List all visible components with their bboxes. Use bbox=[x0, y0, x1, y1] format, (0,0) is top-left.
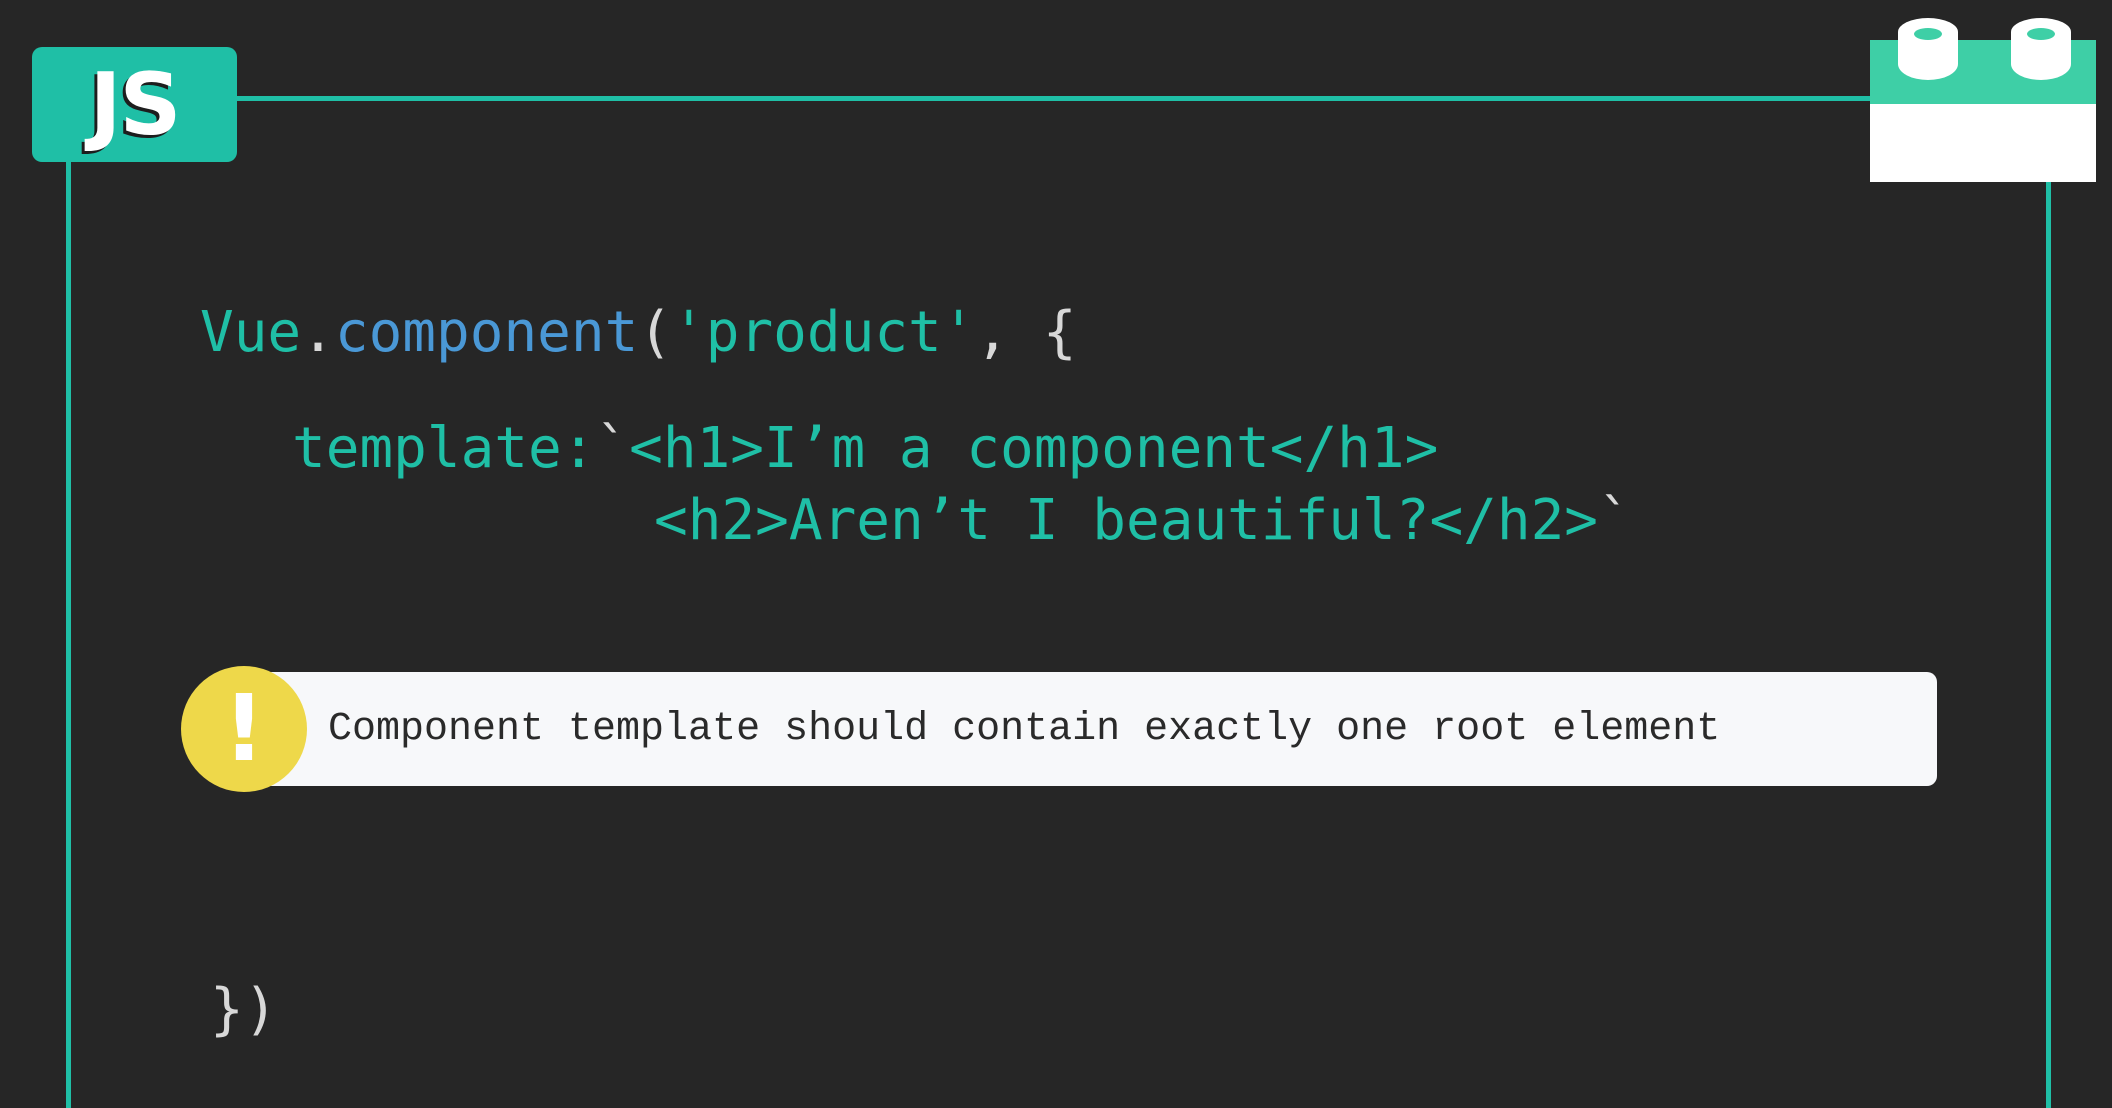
code-template-h1: <h1>I’m a component</h1> bbox=[629, 416, 1439, 481]
code-line-template: template:`<h1>I’m a component</h1> bbox=[292, 421, 1438, 477]
js-badge-label: JS bbox=[89, 54, 182, 155]
lego-brick-icon bbox=[1870, 18, 2096, 182]
code-line-template-h2: <h2>Aren’t I beautiful?</h2>` bbox=[654, 493, 1632, 549]
warning-box: Component template should contain exactl… bbox=[262, 672, 1937, 786]
warning-icon: ! bbox=[181, 666, 307, 792]
code-backtick-close: ` bbox=[1598, 488, 1632, 553]
slide: JS Vue.component('product', { template:`… bbox=[0, 0, 2112, 1108]
code-open-paren: ( bbox=[638, 300, 673, 365]
code-line-close: }) bbox=[210, 977, 278, 1042]
warning-message: Component template should contain exactl… bbox=[328, 706, 1721, 752]
frame-left-border bbox=[66, 96, 71, 1108]
code-line-vue-component: Vue.component('product', { bbox=[200, 305, 1077, 361]
frame-top-border bbox=[66, 96, 1896, 101]
code-dot: . bbox=[301, 300, 335, 365]
code-template-h2: <h2>Aren’t I beautiful?</h2> bbox=[654, 488, 1599, 553]
code-method: component bbox=[334, 300, 639, 365]
code-string: 'product' bbox=[672, 300, 976, 365]
code-object: Vue bbox=[200, 300, 302, 365]
js-badge: JS bbox=[32, 47, 237, 162]
exclamation-icon: ! bbox=[223, 675, 265, 782]
code-backtick-open: ` bbox=[595, 416, 630, 481]
frame-right-border bbox=[2046, 170, 2051, 1108]
code-rest: , { bbox=[975, 300, 1077, 365]
code-template-key: template: bbox=[292, 416, 596, 481]
